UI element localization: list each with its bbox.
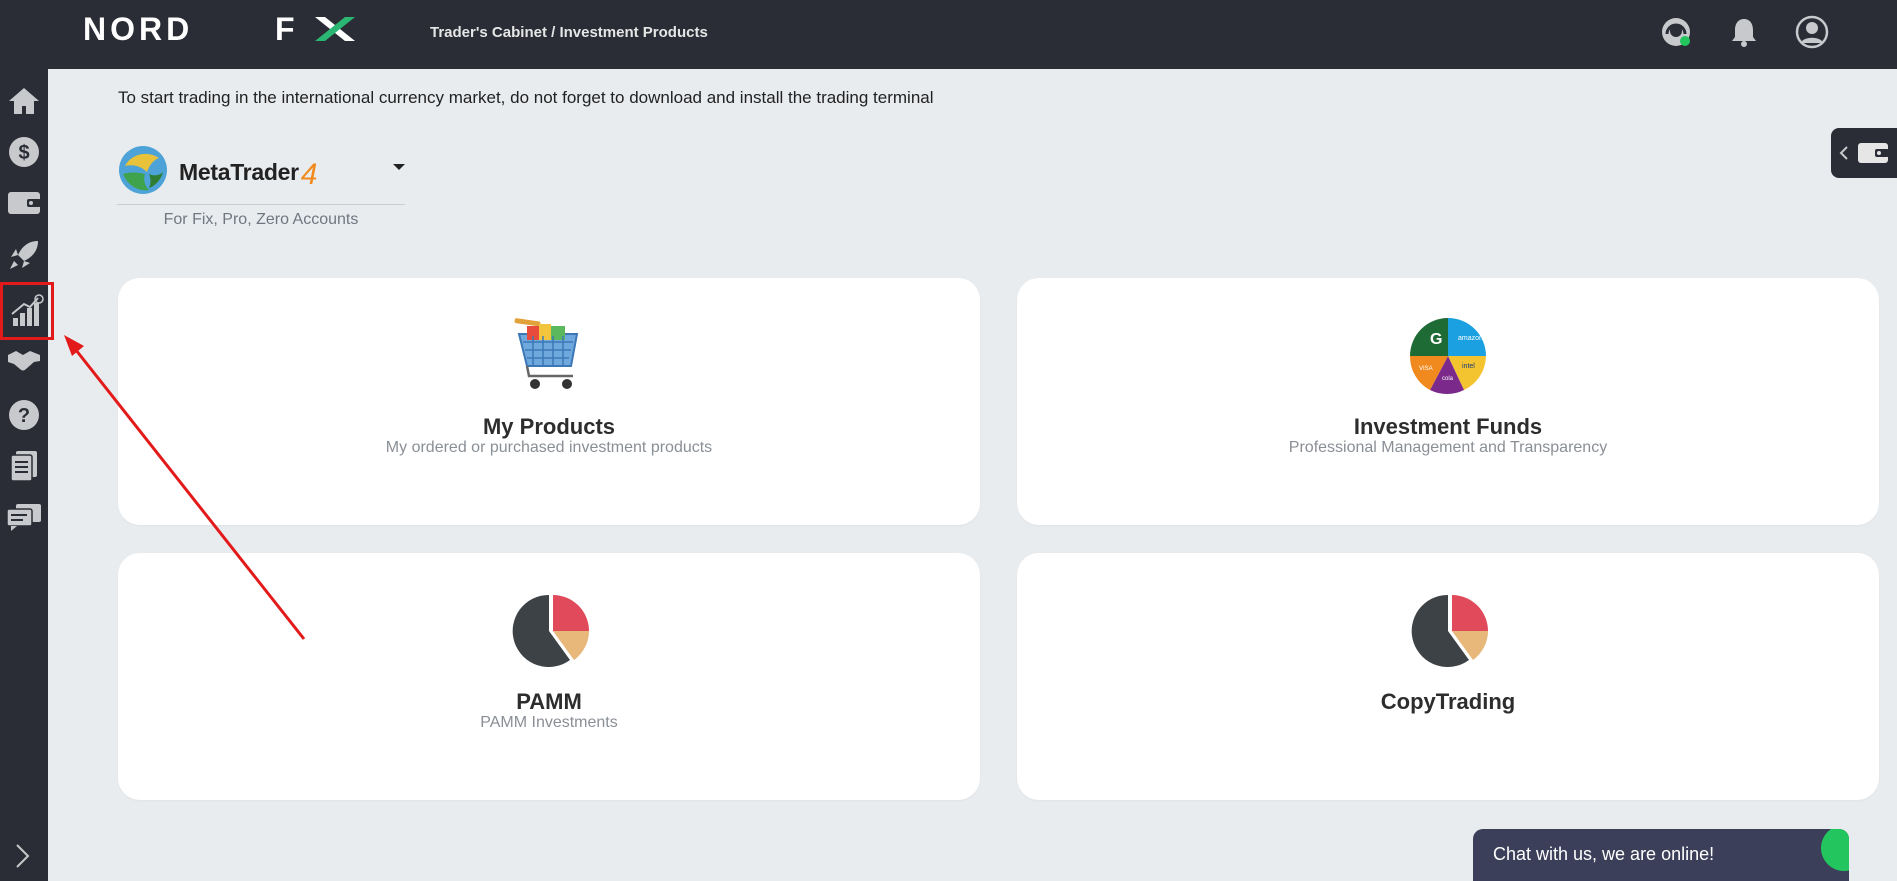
handshake-icon (8, 351, 40, 371)
card-title: PAMM (516, 689, 582, 714)
wallet-icon (8, 192, 41, 214)
chat-status-indicator (1821, 829, 1849, 871)
rocket-icon (10, 241, 38, 269)
terminal-subtitle: For Fix, Pro, Zero Accounts (163, 211, 359, 228)
sidebar-expand-button[interactable] (8, 841, 38, 871)
card-title: My Products (482, 414, 616, 439)
wallet-icon (1858, 143, 1889, 163)
svg-text:NORD: NORD (83, 14, 193, 44)
card-title: Investment Funds (1353, 414, 1543, 439)
documents-icon (10, 451, 37, 482)
sidebar-item-messages[interactable] (4, 496, 44, 538)
trading-terminal-select[interactable]: MetaTrader4 (117, 140, 405, 205)
terminal-version: 4 (300, 158, 318, 191)
help-icon: ? (9, 400, 39, 430)
svg-text:amazon: amazon (1458, 335, 1483, 342)
svg-text:cola: cola (1442, 376, 1454, 382)
shopping-cart-icon (509, 316, 589, 396)
card-subtitle: My ordered or purchased investment produ… (385, 439, 713, 456)
sidebar-item-wallet[interactable] (4, 182, 44, 224)
pie-chart-icon (509, 591, 589, 671)
user-avatar-icon[interactable] (1795, 15, 1829, 49)
sidebar-item-investment-products[interactable] (0, 282, 54, 340)
nordfx-logo[interactable]: NORD F (83, 14, 363, 44)
sidebar-item-promotions[interactable] (4, 234, 44, 276)
sidebar-item-home[interactable] (4, 80, 44, 122)
metatrader-logo-icon (119, 146, 167, 194)
svg-text:VISA: VISA (1419, 366, 1433, 372)
wallet-panel-toggle[interactable] (1831, 128, 1897, 178)
dollar-icon: $ (9, 137, 39, 167)
chevron-left-icon (1839, 146, 1848, 160)
card-my-products[interactable]: My Products My ordered or purchased inve… (118, 278, 980, 525)
sidebar-item-help[interactable]: ? (4, 394, 44, 436)
sidebar-item-finance[interactable]: $ (4, 131, 44, 173)
chat-icon (6, 504, 41, 531)
svg-text:F: F (275, 14, 299, 44)
live-chat-widget[interactable]: Chat with us, we are online! (1473, 829, 1849, 881)
investment-chart-icon (11, 294, 44, 326)
chat-label: Chat with us, we are online! (1493, 844, 1715, 864)
support-headset-icon[interactable] (1659, 15, 1693, 49)
card-subtitle: PAMM Investments (480, 714, 618, 731)
svg-text:G: G (1430, 331, 1442, 348)
caret-down-icon (393, 164, 405, 170)
breadcrumb: Trader's Cabinet / Investment Products (430, 24, 708, 41)
svg-text:$: $ (18, 142, 29, 164)
trading-terminal-notice: To start trading in the international cu… (118, 88, 934, 107)
card-subtitle: Professional Management and Transparency (1288, 439, 1608, 456)
card-pamm[interactable]: PAMM PAMM Investments (118, 553, 980, 800)
svg-text:intel: intel (1462, 363, 1475, 370)
terminal-name: MetaTrader4 (179, 154, 318, 191)
card-investment-funds[interactable]: G amazon intel cola VISA Investment Fund… (1017, 278, 1879, 525)
sidebar: $ ? (0, 69, 54, 881)
home-icon (9, 88, 39, 114)
svg-text:?: ? (18, 405, 30, 427)
pie-chart-icon (1408, 591, 1488, 671)
sidebar-item-partnership[interactable] (4, 339, 44, 381)
chevron-right-icon (16, 844, 30, 868)
bell-icon[interactable] (1727, 15, 1761, 49)
top-bar: NORD F Trader's Cabinet / Investment Pro… (0, 0, 1897, 69)
card-title: CopyTrading (1380, 689, 1516, 714)
sidebar-item-documents[interactable] (4, 445, 44, 487)
card-copytrading[interactable]: CopyTrading (1017, 553, 1879, 800)
fund-pie-icon: G amazon intel cola VISA (1408, 316, 1488, 396)
terminal-name-text: MetaTrader (179, 159, 299, 185)
